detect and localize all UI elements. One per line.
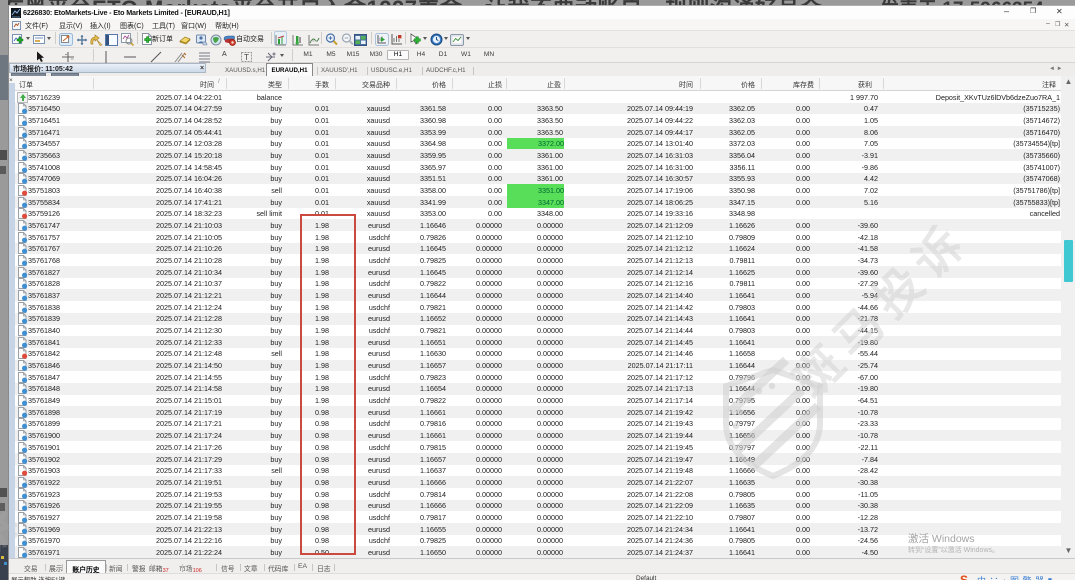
- svg-text:斑马投诉: 斑马投诉: [784, 211, 980, 407]
- svg-text:T: T: [244, 53, 249, 62]
